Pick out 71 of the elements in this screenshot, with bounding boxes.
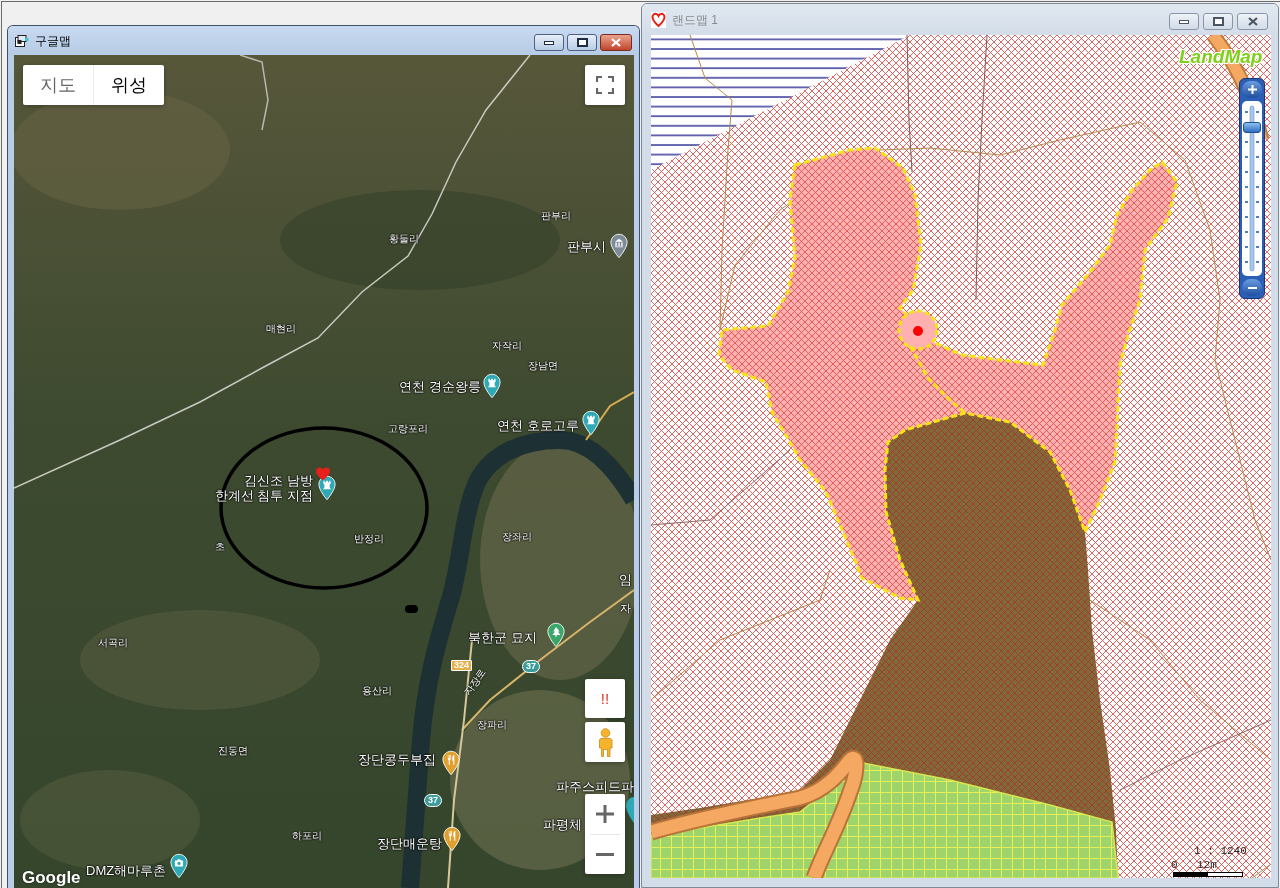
- place-label: 파주스피드파: [556, 779, 634, 794]
- tree-pin-icon[interactable]: [547, 622, 565, 648]
- plus-icon: [1247, 85, 1257, 94]
- tower-pin-icon[interactable]: [318, 475, 336, 501]
- building-pin-icon[interactable]: [610, 233, 628, 259]
- place-label: 자작리: [492, 340, 522, 352]
- fullscreen-icon: [596, 76, 614, 94]
- zoom-in-button[interactable]: [1242, 81, 1262, 98]
- window-title: 구글맵: [35, 34, 71, 48]
- fullscreen-button[interactable]: [585, 65, 625, 105]
- map-type-tab[interactable]: 지도: [23, 65, 93, 105]
- place-label: 초: [215, 541, 225, 553]
- minus-icon: [1247, 286, 1257, 289]
- place-label: 판부리: [541, 210, 571, 222]
- maximize-button[interactable]: [1203, 13, 1233, 30]
- place-label: 자: [620, 601, 631, 616]
- alert-button[interactable]: !!: [585, 679, 625, 718]
- heart-marker-icon: [316, 467, 330, 481]
- place-label: 하포리: [292, 830, 322, 842]
- map-type-tab[interactable]: 위성: [93, 65, 164, 105]
- place-label: 파평체: [543, 817, 582, 832]
- place-label: 용산리: [362, 685, 392, 697]
- close-icon: [1247, 17, 1258, 26]
- fork-knife-pin-icon[interactable]: [443, 826, 461, 852]
- minimize-icon: [544, 40, 554, 45]
- place-label: 진동면: [218, 745, 248, 757]
- place-label[interactable]: 장단매운탕: [377, 836, 442, 851]
- place-label[interactable]: 판부시: [567, 239, 606, 254]
- fork-knife-pin-icon[interactable]: [442, 750, 460, 776]
- minimize-icon: [1179, 19, 1189, 24]
- minimize-button[interactable]: [1169, 13, 1199, 30]
- place-label: 임: [619, 572, 632, 587]
- window-title: 랜드맵 1: [672, 13, 718, 27]
- scale-bar: [1173, 872, 1243, 877]
- pin-icon[interactable]: [626, 797, 634, 823]
- route-shield: 324: [451, 660, 473, 671]
- place-label[interactable]: 연천 호로고루: [497, 418, 579, 433]
- place-label: 반정리: [354, 533, 384, 545]
- place-label: 황둘리: [389, 233, 419, 245]
- place-label[interactable]: 북한군 묘지: [468, 630, 537, 645]
- place-label: 장좌리: [502, 531, 532, 543]
- close-button[interactable]: [600, 34, 632, 51]
- place-label[interactable]: 장단콩두부집: [358, 752, 436, 767]
- maximize-button[interactable]: [567, 34, 597, 51]
- zoom-slider-track[interactable]: [1242, 101, 1262, 276]
- person-icon: [597, 727, 613, 757]
- close-button[interactable]: [1237, 13, 1268, 30]
- place-label: 고랑포리: [388, 423, 428, 435]
- app-icon: [15, 34, 29, 48]
- maximize-icon: [1212, 17, 1224, 26]
- close-icon: [611, 38, 621, 47]
- minimize-button[interactable]: [534, 34, 564, 51]
- maximize-icon: [576, 38, 588, 47]
- camera-pin-icon[interactable]: [170, 853, 188, 879]
- tower-pin-icon[interactable]: [582, 410, 600, 436]
- tower-pin-icon[interactable]: [483, 373, 501, 399]
- slider-thumb[interactable]: [1243, 122, 1261, 133]
- place-label: 장파리: [477, 719, 507, 731]
- location-dot-icon: [913, 326, 923, 336]
- place-label: 서곡리: [98, 637, 128, 649]
- logo-text: Google: [22, 868, 81, 887]
- place-label[interactable]: DMZ해마루촌: [86, 863, 167, 878]
- heart-logo-icon: [651, 12, 666, 28]
- minus-icon: [596, 853, 614, 856]
- place-label: 매현리: [266, 323, 296, 335]
- zoom-out-button[interactable]: [1242, 279, 1262, 296]
- boundary-line: [1251, 863, 1271, 878]
- place-label[interactable]: 김신조 남방 한계선 침투 지점: [214, 473, 313, 503]
- place-label: 장남면: [528, 360, 558, 372]
- plus-icon: [596, 805, 614, 823]
- place-label[interactable]: 연천 경순왕릉: [399, 379, 481, 394]
